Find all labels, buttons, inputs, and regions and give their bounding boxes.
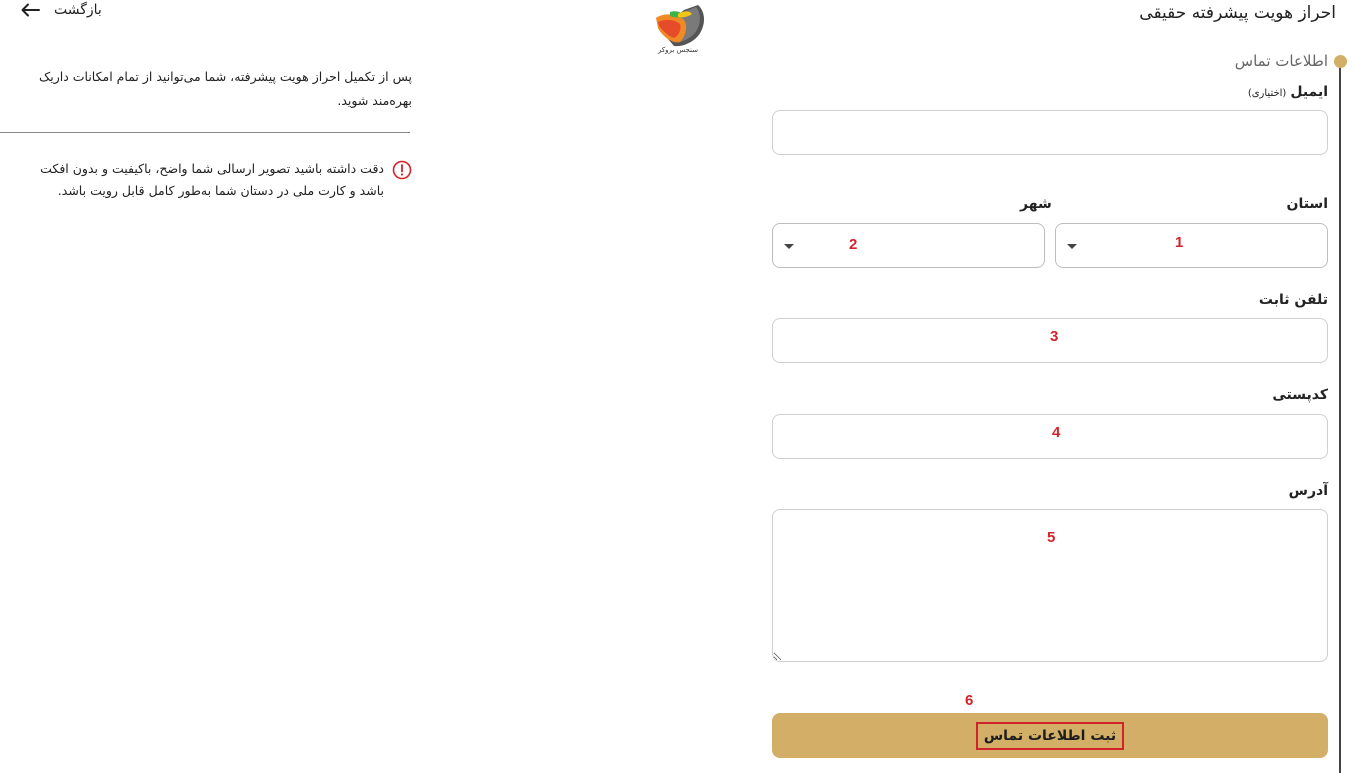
arrow-left-icon [21, 3, 40, 17]
address-label: آدرس [1288, 483, 1328, 499]
address-textarea[interactable] [772, 509, 1328, 662]
annotation-6: 6 [965, 692, 974, 709]
info-intro-text: پس از تکمیل احراز هویت پیشرفته، شما می‌ت… [39, 69, 412, 108]
caret-down-icon [784, 244, 794, 249]
email-label-text: ایمیل [1290, 84, 1328, 100]
postal-label: کدپستی [1272, 387, 1328, 403]
warning-note: دقت داشته باشید تصویر ارسالی شما واضح، ب… [12, 158, 412, 202]
page: احراز هویت پیشرفته حقیقی بازگشت سنجس برو… [0, 0, 1355, 773]
city-label: شهر [1020, 196, 1052, 212]
brand-logo: سنجس بروکر [646, 2, 710, 60]
submit-contact-button[interactable]: ثبت اطلاعات تماس [772, 713, 1328, 758]
email-input[interactable] [772, 110, 1328, 155]
caret-down-icon [1067, 244, 1077, 249]
back-label: بازگشت [54, 2, 102, 18]
phone-label: تلفن ثابت [1258, 292, 1328, 308]
phone-input[interactable] [772, 318, 1328, 363]
exclamation-circle-icon [392, 160, 412, 180]
divider [0, 132, 410, 133]
postal-input[interactable] [772, 414, 1328, 459]
logo-icon [656, 5, 704, 47]
page-title: احراز هویت پیشرفته حقیقی [1139, 3, 1336, 23]
submit-contact-label: ثبت اطلاعات تماس [975, 721, 1125, 750]
timeline-step-dot [1334, 55, 1347, 68]
province-label: استان [1286, 196, 1329, 212]
logo-text: سنجس بروکر [657, 46, 699, 54]
city-select[interactable] [772, 223, 1045, 268]
back-button[interactable]: بازگشت [20, 2, 102, 18]
section-title: اطلاعات تماس [1234, 52, 1328, 70]
email-label: ایمیل(اختیاری) [1248, 84, 1328, 100]
email-optional-text: (اختیاری) [1247, 88, 1287, 99]
timeline-line [1339, 62, 1341, 773]
province-select[interactable] [1055, 223, 1328, 268]
warning-text: دقت داشته باشید تصویر ارسالی شما واضح، ب… [40, 161, 384, 198]
